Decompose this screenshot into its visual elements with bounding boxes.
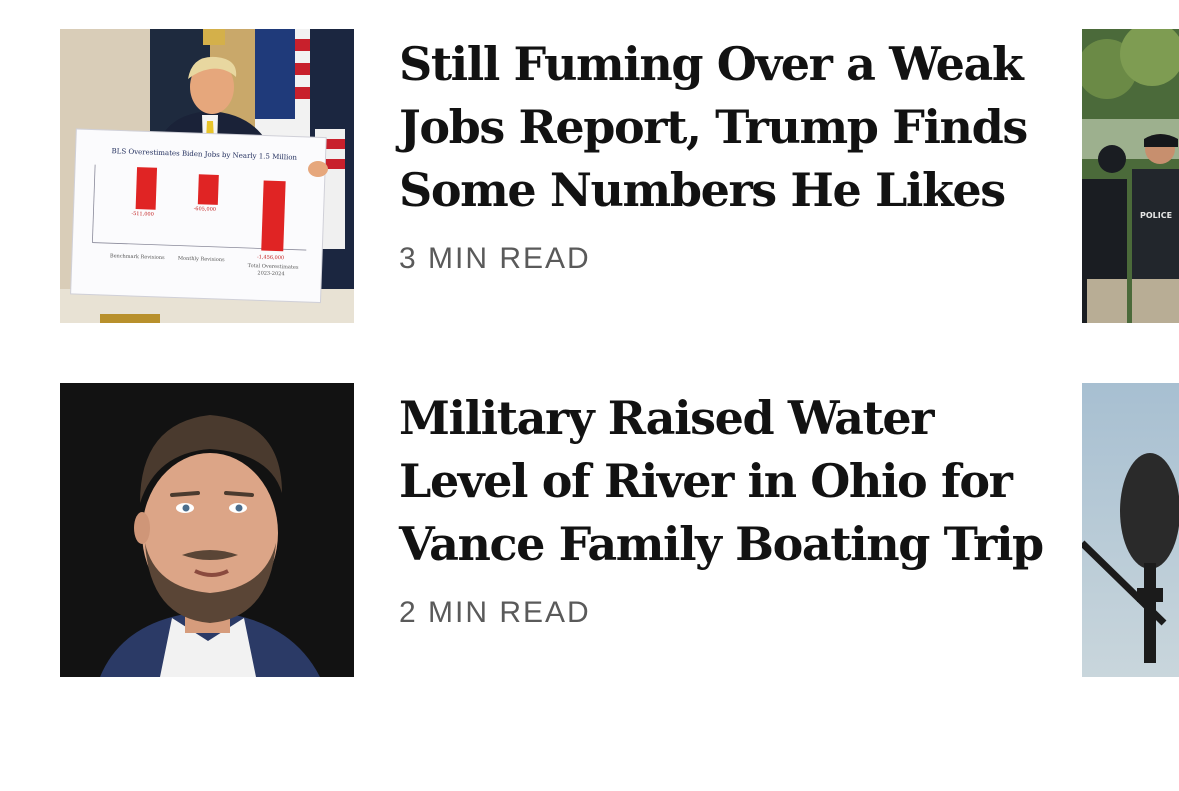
svg-text:2023-2024: 2023-2024 — [257, 270, 284, 277]
microphone-icon — [1082, 383, 1179, 677]
read-time: 3 MIN READ — [399, 242, 591, 275]
next-story-thumbnail[interactable]: POLICE — [1082, 29, 1179, 323]
svg-text:-605,000: -605,000 — [194, 206, 217, 213]
story-headline[interactable]: Military Raised Water Level of River in … — [399, 387, 1049, 576]
portrait-icon — [60, 383, 354, 677]
person-holding-chart-icon: BLS Overestimates Biden Jobs by Nearly 1… — [60, 29, 354, 323]
read-time: 2 MIN READ — [399, 596, 591, 629]
story-card-jobs-report[interactable]: BLS Overestimates Biden Jobs by Nearly 1… — [60, 29, 1060, 323]
police-officers-icon: POLICE — [1082, 29, 1179, 323]
svg-text:-1,456,000: -1,456,000 — [257, 254, 284, 261]
story-headline[interactable]: Still Fuming Over a Weak Jobs Report, Tr… — [399, 33, 1049, 222]
svg-text:-511,000: -511,000 — [131, 211, 154, 218]
story-card-vance-boating[interactable]: Military Raised Water Level of River in … — [60, 383, 1060, 677]
vest-label: POLICE — [1140, 211, 1172, 220]
story-thumbnail[interactable]: BLS Overestimates Biden Jobs by Nearly 1… — [60, 29, 354, 323]
story-thumbnail[interactable] — [60, 383, 354, 677]
next-story-thumbnail[interactable] — [1082, 383, 1179, 677]
